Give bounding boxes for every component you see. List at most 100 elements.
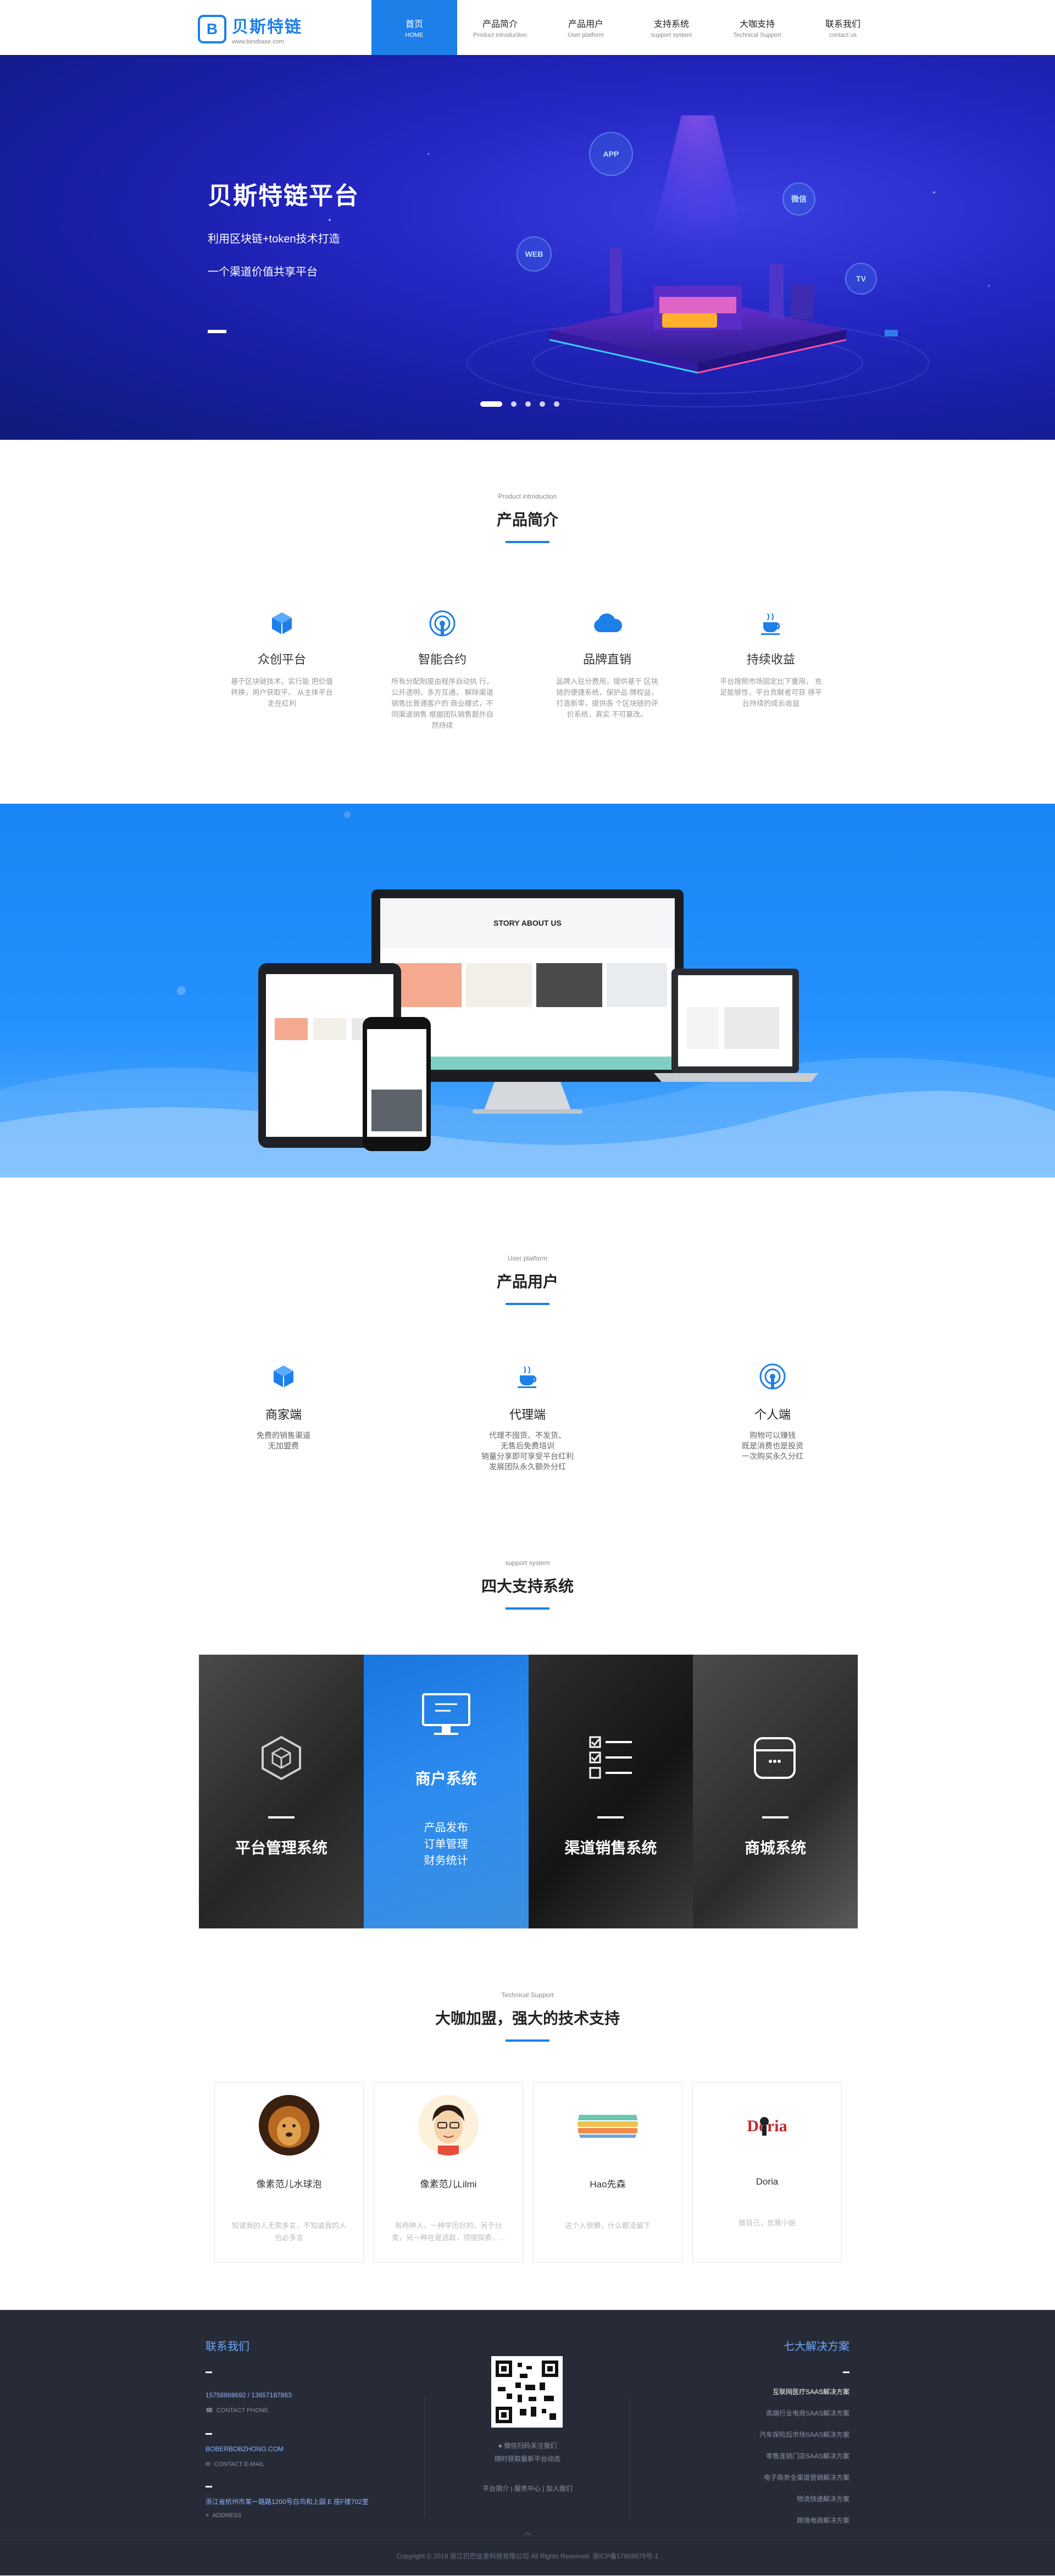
expert-name: Hao先森 (590, 2179, 626, 2190)
system-feature: 财务统计 (424, 1855, 468, 1867)
footer: 联系我们 15756868692 / 13657187863 ☎ CONTACT… (0, 2310, 1055, 2575)
menu-item-tech[interactable]: 大咖支持 Technical Support (714, 0, 800, 55)
expert-name: Doria (756, 2176, 779, 2187)
support-heading-en: support system (505, 1559, 550, 1567)
menu-item-home[interactable]: 首页 HOME (371, 0, 457, 55)
intro-desc: 基于区块链技术，实行能 把价值转换，用户获取平、 从主体平台走在红利 (231, 677, 333, 707)
heading-underline (506, 1303, 549, 1305)
system-title: 商城系统 (745, 1839, 807, 1856)
footer-email-label: ✉ CONTACT E-MAIL (206, 2461, 264, 2468)
expert-desc: 做自己，优雅小姐 (738, 2219, 796, 2227)
system-underline (597, 1816, 624, 1818)
coffee-icon (511, 1360, 544, 1393)
menu-label: 大咖支持 (739, 20, 775, 29)
menu-sublabel: User platform (567, 32, 604, 38)
expert-card[interactable]: 像素范儿水球泡 知道我的人无需多言，不知道我的人 也必多言 (214, 2082, 364, 2263)
intro-card-brand: 品牌直销 品牌入驻分费用，提供基于 区块链的便捷系统，保护品 牌权益，打造新零，… (555, 607, 659, 720)
heading-underline (506, 1607, 549, 1610)
intro-heading-zh: 产品简介 (496, 511, 558, 528)
user-desc: 代理不囤货、不发货、 无售后免费培训 销量分享即可享受平台红利 发展团队永久额外… (481, 1431, 574, 1471)
system-card-channel[interactable]: 渠道销售系统 (528, 1655, 693, 1928)
phone-icon: ☎ (206, 2407, 213, 2414)
system-title: 商户系统 (415, 1770, 477, 1787)
footer-phone[interactable]: 15756868692 / 13657187863 (206, 2391, 292, 2399)
solutions-list: 互联网医疗SAAS解决方案 高端行业电商SAAS解决方案 汽车保险后市场SAAS… (685, 2387, 849, 2537)
solution-link[interactable]: 汽车保险后市场SAAS解决方案 (685, 2430, 849, 2439)
system-card-merchant[interactable]: 商户系统 产品发布 订单管理 财务统计 (363, 1655, 529, 1928)
expert-card[interactable]: Hao先森 这个人很懒，什么都没留下 (533, 2082, 682, 2263)
solution-link[interactable]: 跨境电商解决方案 (685, 2516, 849, 2525)
logo-subtitle: www.bestbase.com (232, 38, 284, 45)
footer-links[interactable]: 平台简介 | 服务中心 | 加入我们 (429, 2484, 626, 2493)
system-card-mall[interactable]: 商城系统 (693, 1655, 858, 1928)
web-bubble-icon: WEB (517, 236, 552, 272)
menu-sublabel: Technical Support (733, 32, 781, 38)
carousel-dot[interactable] (540, 401, 545, 407)
footer-divider (424, 2398, 425, 2519)
menu-label: 联系我们 (825, 20, 860, 29)
qr-caption-2: 随时获取最新平台动态 (494, 2455, 560, 2463)
hero-banner: APP 微信 WEB TV 贝斯特链平台 利用区块链+token技术打造 一个渠… (0, 55, 1055, 440)
checklist-icon (589, 1736, 632, 1779)
intro-card-contract: 智能合约 所有分配制度由程序自动执 行，公开透明，多方互通， 解除渠道销售比普通… (390, 607, 495, 731)
menu-label: 产品简介 (482, 20, 518, 29)
logo-mark-icon: B (198, 15, 226, 43)
expert-desc: 有两种人，一种学历好的，另于分 类，另一种在是选取，项提探索，... (392, 2221, 505, 2242)
system-underline (762, 1816, 789, 1818)
user-card-personal: 个人端 购物可以赚钱 既是消费也是投资 一次购买永久分红 (701, 1360, 844, 1462)
email-label: CONTACT E-MAIL (214, 2461, 265, 2468)
tech-heading-en: Technical Support (501, 1991, 554, 1999)
users-heading-zh: 产品用户 (496, 1273, 558, 1290)
system-card-platform[interactable]: 平台管理系统 (199, 1655, 364, 1928)
menu-item-product[interactable]: 产品简介 Product introduction (457, 0, 543, 55)
carousel-dot[interactable] (511, 401, 517, 407)
intro-heading-en: Product introduction (498, 493, 557, 500)
solution-link[interactable]: 互联网医疗SAAS解决方案 (685, 2387, 849, 2396)
carousel-dot[interactable] (554, 401, 559, 407)
hero-divider (208, 330, 226, 333)
mail-icon: ✉ (206, 2461, 211, 2468)
svg-text:STORY ABOUT US: STORY ABOUT US (493, 919, 562, 927)
menu-item-users[interactable]: 产品用户 User platform (543, 0, 629, 55)
footer-contact-title: 联系我们 (206, 2341, 249, 2353)
users-heading-en: User platform (507, 1254, 548, 1262)
coffee-icon (754, 607, 787, 640)
user-title: 个人端 (754, 1408, 791, 1422)
copyright: Copyright © 2019 浙江巴巴信息科技有限公司 All Rights… (0, 2536, 1055, 2575)
menu-label: 产品用户 (568, 20, 603, 29)
solution-link[interactable]: 零售连锁门店SAAS解决方案 (685, 2451, 849, 2461)
intro-title: 智能合约 (418, 653, 467, 666)
tv-bubble-icon: TV (845, 263, 877, 295)
footer-address-label: ⌖ ADDRESS (206, 2512, 242, 2519)
menu-item-support[interactable]: 支持系统 support system (629, 0, 714, 55)
wechat-bubble-icon: 微信 (782, 183, 815, 215)
support-systems-grid: 平台管理系统 商户系统 产品发布 订单管理 财务统计 渠道销售系统 商城系统 (199, 1655, 858, 1928)
top-navbar: B 贝斯特链 www.bestbase.com 首页 HOME 产品简介 Produ… (0, 0, 1055, 55)
logo[interactable]: B 贝斯特链 www.bestbase.com (198, 13, 302, 45)
cartoon-man-avatar (418, 2095, 479, 2155)
hero-subtitle-2: 一个渠道价值共享平台 (208, 266, 318, 278)
footer-email[interactable]: BOBERBOBZHONG.COM (206, 2445, 284, 2453)
expert-card[interactable]: Doria Doria 做自己，优雅小姐 (692, 2082, 842, 2263)
back-to-top-icon[interactable]: ︿ (521, 2528, 534, 2536)
carousel-dot-active[interactable] (480, 401, 502, 407)
menu-label: 支持系统 (653, 20, 689, 29)
hero-subtitle-1: 利用区块链+token技术打造 (208, 233, 340, 245)
menu-sublabel: contact us (829, 32, 857, 38)
menu-item-contact[interactable]: 联系我们 contact us (800, 0, 886, 55)
solution-link[interactable]: 高端行业电商SAAS解决方案 (685, 2408, 849, 2418)
users-heading: User platform 产品用户 (0, 1254, 1055, 1305)
intro-card-crowd: 众创平台 基于区块链技术，实行能 把价值转换，用户获取平、 从主体平台走在红利 (230, 607, 334, 709)
solution-link[interactable]: 电子商务全渠道营销解决方案 (685, 2473, 849, 2482)
expert-card[interactable]: 像素范儿Lilmi 有两种人，一种学历好的，另于分 类，另一种在是选取，项提探索… (374, 2082, 523, 2263)
carousel-dot[interactable] (525, 401, 531, 407)
signal-icon (426, 607, 459, 640)
heading-underline (506, 541, 549, 543)
intro-card-revenue: 持续收益 平台按照市场固定比下重用， 充足能够性，平台贡献者可获 得平台持续的成… (719, 607, 823, 709)
system-feature: 订单管理 (424, 1838, 468, 1850)
solution-link[interactable]: 物流快递解决方案 (685, 2494, 849, 2503)
hexagon-cube-icon (262, 1735, 301, 1781)
address-label: ADDRESS (212, 2512, 242, 2519)
browser-window-icon (754, 1737, 796, 1779)
app-bubble-icon: APP (589, 132, 633, 176)
